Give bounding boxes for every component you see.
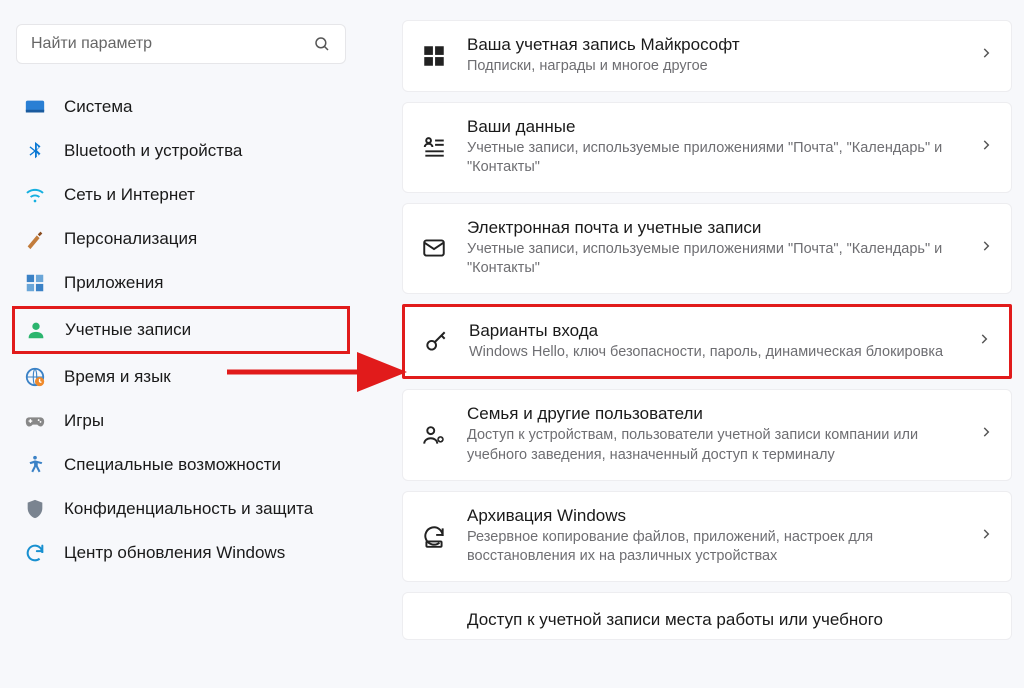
brush-icon bbox=[24, 228, 46, 250]
apps-icon bbox=[24, 272, 46, 294]
card-family-users[interactable]: Семья и другие пользователи Доступ к уст… bbox=[402, 389, 1012, 480]
sidebar-item-label: Центр обновления Windows bbox=[64, 543, 285, 563]
chevron-right-icon bbox=[977, 332, 991, 351]
sidebar-item-label: Конфиденциальность и защита bbox=[64, 499, 313, 519]
sidebar-item-time-language[interactable]: Время и язык bbox=[12, 356, 350, 398]
card-text: Ваши данные Учетные записи, используемые… bbox=[467, 117, 959, 178]
family-users-icon bbox=[421, 422, 447, 448]
card-text: Варианты входа Windows Hello, ключ безоп… bbox=[469, 321, 957, 363]
chevron-right-icon bbox=[979, 527, 993, 546]
backup-icon bbox=[421, 523, 447, 549]
card-desc: Windows Hello, ключ безопасности, пароль… bbox=[469, 343, 957, 363]
sidebar-item-label: Система bbox=[64, 97, 132, 117]
accessibility-icon bbox=[24, 454, 46, 476]
sidebar-item-network[interactable]: Сеть и Интернет bbox=[12, 174, 350, 216]
card-title: Электронная почта и учетные записи bbox=[467, 218, 959, 238]
card-title: Архивация Windows bbox=[467, 506, 959, 526]
sidebar-item-bluetooth[interactable]: Bluetooth и устройства bbox=[12, 130, 350, 172]
nav-list: Система Bluetooth и устройства Сеть и Ин… bbox=[12, 86, 350, 574]
card-windows-backup[interactable]: Архивация Windows Резервное копирование … bbox=[402, 491, 1012, 582]
card-text: Архивация Windows Резервное копирование … bbox=[467, 506, 959, 567]
card-desc: Учетные записи, используемые приложениям… bbox=[467, 240, 959, 279]
accounts-icon bbox=[25, 319, 47, 341]
sidebar-item-label: Сеть и Интернет bbox=[64, 185, 195, 205]
chevron-right-icon bbox=[979, 138, 993, 157]
chevron-right-icon bbox=[979, 239, 993, 258]
sidebar-item-label: Bluetooth и устройства bbox=[64, 141, 242, 161]
sidebar-item-system[interactable]: Система bbox=[12, 86, 350, 128]
card-email-accounts[interactable]: Электронная почта и учетные записи Учетн… bbox=[402, 203, 1012, 294]
content-panel: Ваша учетная запись Майкрософт Подписки,… bbox=[362, 0, 1024, 688]
sidebar-item-label: Игры bbox=[64, 411, 104, 431]
sidebar-item-label: Учетные записи bbox=[65, 320, 191, 340]
card-title: Доступ к учетной записи места работы или… bbox=[467, 610, 993, 630]
email-icon bbox=[421, 235, 447, 261]
card-your-info[interactable]: Ваши данные Учетные записи, используемые… bbox=[402, 102, 1012, 193]
card-title: Ваши данные bbox=[467, 117, 959, 137]
search-input[interactable] bbox=[31, 35, 313, 53]
card-signin-options[interactable]: Варианты входа Windows Hello, ключ безоп… bbox=[402, 304, 1012, 380]
microsoft-icon bbox=[421, 43, 447, 69]
search-icon bbox=[313, 35, 331, 53]
card-microsoft-account[interactable]: Ваша учетная запись Майкрософт Подписки,… bbox=[402, 20, 1012, 92]
card-text: Ваша учетная запись Майкрософт Подписки,… bbox=[467, 35, 959, 77]
sidebar-item-label: Приложения bbox=[64, 273, 163, 293]
card-desc: Учетные записи, используемые приложениям… bbox=[467, 139, 959, 178]
sidebar-item-gaming[interactable]: Игры bbox=[12, 400, 350, 442]
sidebar: Система Bluetooth и устройства Сеть и Ин… bbox=[0, 0, 362, 688]
search-box[interactable] bbox=[16, 24, 346, 64]
card-work-school-access[interactable]: Доступ к учетной записи места работы или… bbox=[402, 592, 1012, 640]
card-desc: Подписки, награды и многое другое bbox=[467, 57, 959, 77]
sidebar-item-windows-update[interactable]: Центр обновления Windows bbox=[12, 532, 350, 574]
sidebar-item-privacy[interactable]: Конфиденциальность и защита bbox=[12, 488, 350, 530]
card-desc: Резервное копирование файлов, приложений… bbox=[467, 528, 959, 567]
sidebar-item-accessibility[interactable]: Специальные возможности bbox=[12, 444, 350, 486]
card-text: Семья и другие пользователи Доступ к уст… bbox=[467, 404, 959, 465]
card-text: Доступ к учетной записи места работы или… bbox=[467, 610, 993, 630]
sidebar-item-apps[interactable]: Приложения bbox=[12, 262, 350, 304]
sidebar-item-label: Специальные возможности bbox=[64, 455, 281, 475]
card-desc: Доступ к устройствам, пользователи учетн… bbox=[467, 426, 959, 465]
your-info-icon bbox=[421, 134, 447, 160]
time-language-icon bbox=[24, 366, 46, 388]
card-title: Варианты входа bbox=[469, 321, 957, 341]
chevron-right-icon bbox=[979, 425, 993, 444]
card-title: Семья и другие пользователи bbox=[467, 404, 959, 424]
network-icon bbox=[24, 184, 46, 206]
sidebar-item-label: Персонализация bbox=[64, 229, 197, 249]
gaming-icon bbox=[24, 410, 46, 432]
key-icon bbox=[423, 329, 449, 355]
windows-update-icon bbox=[24, 542, 46, 564]
sidebar-item-label: Время и язык bbox=[64, 367, 171, 387]
privacy-icon bbox=[24, 498, 46, 520]
bluetooth-icon bbox=[24, 140, 46, 162]
system-icon bbox=[24, 96, 46, 118]
sidebar-item-personalization[interactable]: Персонализация bbox=[12, 218, 350, 260]
card-text: Электронная почта и учетные записи Учетн… bbox=[467, 218, 959, 279]
sidebar-item-accounts[interactable]: Учетные записи bbox=[12, 306, 350, 354]
chevron-right-icon bbox=[979, 46, 993, 65]
card-title: Ваша учетная запись Майкрософт bbox=[467, 35, 959, 55]
